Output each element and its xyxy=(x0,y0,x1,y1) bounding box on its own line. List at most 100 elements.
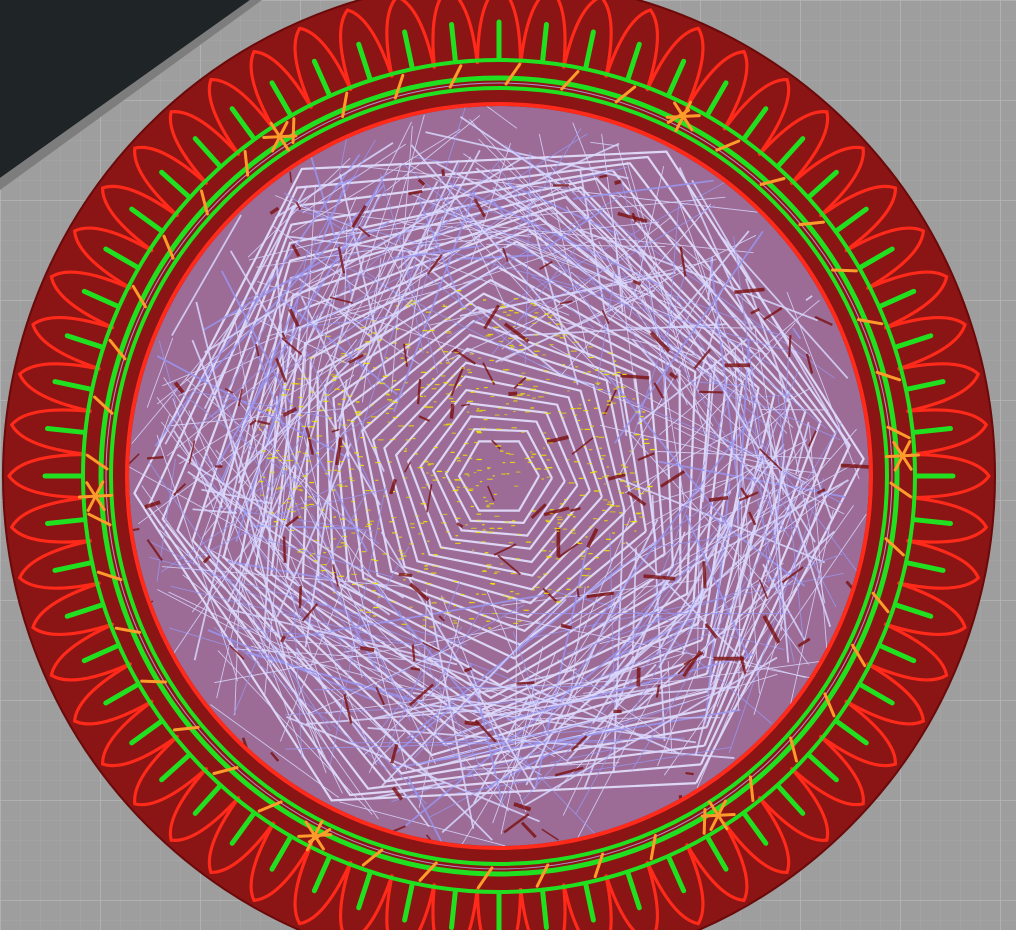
infill-dot xyxy=(388,408,394,410)
infill-dot xyxy=(545,378,550,381)
infill-dot xyxy=(340,355,345,357)
infill-dot xyxy=(371,559,375,561)
infill-dot xyxy=(273,521,278,523)
infill-dot xyxy=(265,409,271,411)
infill-dot xyxy=(583,445,586,448)
infill-dot xyxy=(468,601,475,604)
infill-dot xyxy=(589,526,593,528)
infill-dot xyxy=(555,558,561,560)
infill-dot xyxy=(438,347,443,350)
infill-dot xyxy=(648,486,653,488)
infill-dot xyxy=(611,402,617,404)
infill-dot xyxy=(321,564,327,566)
infill-dot xyxy=(534,312,539,314)
infill-dot xyxy=(410,526,415,529)
infill-dot xyxy=(499,318,502,320)
infill-dot xyxy=(533,385,538,387)
infill-dot xyxy=(356,410,361,413)
infill-dot xyxy=(543,432,547,434)
infill-dot xyxy=(347,419,351,421)
infill-dot xyxy=(448,481,452,483)
infill-dot xyxy=(352,519,359,521)
infill-dot xyxy=(388,461,392,463)
infill-dot xyxy=(323,400,329,402)
infill-dot xyxy=(473,471,477,474)
infill-dot xyxy=(360,464,364,467)
infill-dot xyxy=(430,572,437,574)
layer-preview-viewport[interactable] xyxy=(0,0,1016,930)
infill-dot xyxy=(389,521,393,523)
infill-dot xyxy=(295,462,298,464)
infill-dot xyxy=(431,367,435,369)
infill-dot xyxy=(431,378,435,380)
infill-dot xyxy=(427,540,430,542)
infill-dot xyxy=(412,437,416,440)
infill-dot xyxy=(601,458,604,460)
infill-dot xyxy=(534,334,538,336)
infill-dot xyxy=(468,428,474,430)
infill-dot xyxy=(577,542,583,545)
infill-dot xyxy=(500,306,506,308)
infill-dot xyxy=(400,357,404,359)
infill-dot xyxy=(599,447,602,449)
infill-dot xyxy=(419,348,422,350)
infill-dot xyxy=(603,483,606,485)
infill-dot xyxy=(547,316,552,318)
infill-dot xyxy=(513,400,518,402)
infill-dot xyxy=(622,542,625,544)
infill-dot xyxy=(496,428,502,430)
infill-dot xyxy=(355,401,360,403)
infill-dot xyxy=(455,457,461,459)
infill-dot xyxy=(495,445,502,447)
infill-dot xyxy=(606,466,609,468)
infill-dot xyxy=(492,475,495,477)
infill-dot xyxy=(291,529,295,531)
infill-dot xyxy=(274,525,277,527)
infill-dot xyxy=(443,382,449,384)
infill-dot xyxy=(309,555,313,557)
infill-dot xyxy=(640,416,644,418)
infill-dot xyxy=(456,290,462,292)
infill-dot xyxy=(570,407,576,410)
skin-gap xyxy=(215,465,223,468)
infill-dot xyxy=(471,527,477,529)
infill-dot xyxy=(634,434,640,436)
infill-dot xyxy=(408,302,412,304)
infill-dot xyxy=(316,452,319,454)
infill-dot xyxy=(584,568,591,570)
infill-dot xyxy=(283,383,286,386)
infill-dot xyxy=(476,430,481,432)
infill-dot xyxy=(593,518,598,520)
infill-dot xyxy=(639,422,642,424)
infill-dot xyxy=(338,342,342,344)
infill-dot xyxy=(619,512,623,514)
infill-dot xyxy=(560,412,567,414)
infill-dot xyxy=(276,449,280,452)
seam-tick xyxy=(291,117,296,144)
infill-dot xyxy=(507,598,511,600)
infill-dot xyxy=(487,478,493,480)
infill-dot xyxy=(262,476,266,478)
infill-dot xyxy=(543,592,549,594)
infill-dot xyxy=(567,577,571,580)
infill-dot xyxy=(426,351,429,353)
seam-marker-icon xyxy=(262,134,298,139)
infill-dot xyxy=(327,461,333,463)
infill-dot xyxy=(372,582,378,585)
infill-dot xyxy=(442,304,445,306)
infill-dot xyxy=(600,370,606,372)
infill-dot xyxy=(604,520,608,522)
infill-dot xyxy=(576,407,582,409)
skin-gap xyxy=(724,363,751,368)
infill-dot xyxy=(420,503,426,505)
infill-dot xyxy=(516,394,523,396)
infill-dot xyxy=(389,400,395,402)
toolpath-canvas[interactable] xyxy=(0,0,1016,930)
infill-dot xyxy=(559,337,566,339)
infill-dot xyxy=(545,519,550,521)
infill-dot xyxy=(455,479,462,481)
infill-dot xyxy=(585,536,588,538)
infill-dot xyxy=(603,373,610,375)
infill-dot xyxy=(382,553,388,555)
infill-dot xyxy=(385,393,390,395)
